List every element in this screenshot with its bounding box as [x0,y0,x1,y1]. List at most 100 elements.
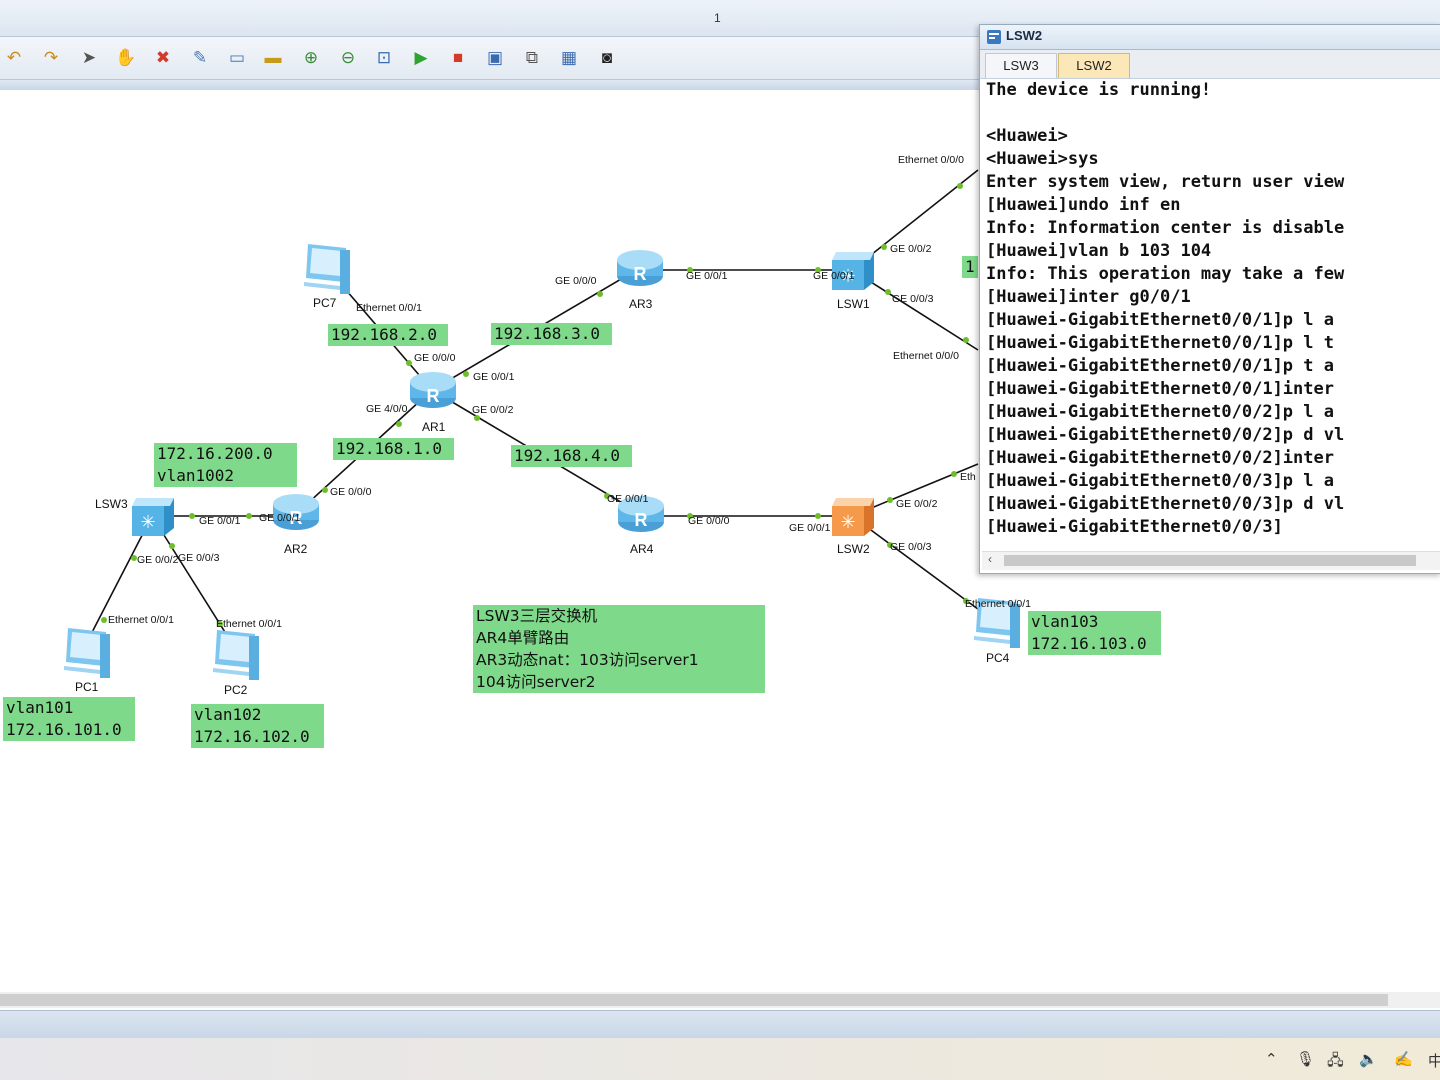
text-note-icon[interactable]: ▭ [225,45,249,69]
network-icon[interactable]: 🖧 [1327,1050,1344,1075]
port-dot [887,497,893,503]
port-dot [246,513,252,519]
terminal-line: [Huawei-GigabitEthernet0/0/2]inter [986,448,1334,468]
port-dot [957,183,963,189]
device-label-ar2: AR2 [284,542,308,556]
page-indicator: 1 [714,11,721,25]
terminal-line: [Huawei-GigabitEthernet0/0/1]p l t [986,333,1334,353]
port-label: GE 0/0/2 [137,554,179,566]
svg-text:✳: ✳ [140,512,155,533]
port-label: GE 0/0/3 [178,552,220,564]
port-label: GE 0/0/0 [555,275,597,287]
capture-icon[interactable]: ▣ [483,45,507,69]
terminal-output[interactable]: The device is running! <Huawei> <Huawei>… [986,79,1440,551]
network-note[interactable]: 1 [962,256,978,278]
svg-text:R: R [634,264,647,284]
device-label-pc7: PC7 [313,296,337,310]
svg-text:✳: ✳ [840,512,855,533]
port-label: GE 0/0/0 [414,352,456,364]
port-label: Ethernet 0/0/1 [108,614,174,626]
scroll-left-icon[interactable]: ‹ [988,552,992,566]
grid-icon[interactable]: ▦ [557,45,581,69]
router-icon[interactable]: R [272,486,320,534]
chevron-up-icon[interactable]: ⌃ [1265,1050,1278,1068]
network-note[interactable]: 192.168.1.0 [333,438,454,460]
terminal-line: [Huawei]undo inf en [986,195,1181,215]
pc-icon[interactable] [209,628,261,682]
network-note[interactable]: 192.168.2.0 [328,324,448,346]
screenshot-icon[interactable]: ◙ [595,45,619,69]
rectangle-icon[interactable]: ▬ [261,45,285,69]
tab-lsw3[interactable]: LSW3 [985,53,1057,78]
port-dot [169,543,175,549]
undo-icon[interactable]: ↶ [2,45,26,69]
fit-icon[interactable]: ⊡ [372,45,396,69]
terminal-line: [Huawei-GigabitEthernet0/0/2]p l a [986,402,1334,422]
svg-text:R: R [427,386,440,406]
zoom-out-icon[interactable]: ⊖ [336,45,360,69]
terminal-line: <Huawei>sys [986,149,1099,169]
scrollbar-thumb[interactable] [1004,555,1416,566]
terminal-icon [987,30,1001,44]
terminal-line: [Huawei]vlan b 103 104 [986,241,1212,261]
network-note[interactable]: 172.16.200.0 vlan1002 [154,443,297,487]
switch-icon[interactable]: ✳ [130,494,176,538]
terminal-line: The device is running! [986,80,1212,100]
terminal-line: [Huawei-GigabitEthernet0/0/2]p d vl [986,425,1345,445]
delete-link-icon[interactable]: ✎ [188,45,212,69]
network-note[interactable]: vlan103 172.16.103.0 [1028,611,1161,655]
cli-window-title: LSW2 [1006,28,1043,43]
network-note[interactable]: vlan102 172.16.102.0 [191,704,324,748]
device-label-ar1: AR1 [422,420,446,434]
network-note[interactable]: 192.168.4.0 [511,445,632,467]
pc-icon[interactable] [300,242,352,296]
microphone-icon[interactable]: 🎙 [1296,1050,1315,1068]
svg-text:R: R [635,510,648,530]
status-bar [0,1010,1440,1039]
port-label: GE 0/0/1 [607,493,649,505]
port-label: GE 0/0/2 [472,404,514,416]
terminal-line: [Huawei-GigabitEthernet0/0/1]p l a [986,310,1334,330]
switch-icon[interactable]: ✳ [830,494,876,538]
port-dot [189,513,195,519]
port-label: GE 0/0/1 [473,371,515,383]
delete-icon[interactable]: ✖ [151,45,175,69]
network-note[interactable]: 192.168.3.0 [491,323,612,345]
device-label-pc4: PC4 [986,651,1010,665]
pc-icon[interactable] [60,626,112,680]
port-dot [463,371,469,377]
start-icon[interactable]: ▶ [409,45,433,69]
description-note[interactable]: LSW3三层交换机 AR4单臂路由 AR3动态nat：103访问server1 … [473,605,765,693]
router-icon[interactable]: R [616,242,664,290]
port-label: GE 4/0/0 [366,403,408,415]
port-label: Ethernet 0/0/0 [898,154,964,166]
terminal-line: <Huawei> [986,126,1068,146]
network-note[interactable]: vlan101 172.16.101.0 [3,697,135,741]
canvas-horizontal-scrollbar[interactable] [0,992,1440,1008]
ime-indicator[interactable]: 中 [1428,1050,1440,1071]
hand-icon[interactable]: ✋ [114,45,138,69]
port-label: Ethernet 0/0/1 [965,598,1031,610]
cli-window[interactable]: LSW2 LSW3 LSW2 The device is running! <H… [979,24,1440,574]
port-label: GE 0/0/1 [259,512,301,524]
device-label-lsw2: LSW2 [837,542,870,556]
cli-window-titlebar[interactable]: LSW2 [980,25,1440,50]
cli-horizontal-scrollbar[interactable]: ‹ [982,551,1440,570]
port-label: GE 0/0/1 [199,515,241,527]
device-label-lsw3: LSW3 [95,497,128,511]
device-label-ar3: AR3 [629,297,653,311]
pen-icon[interactable]: ✍ [1394,1050,1413,1068]
cli-tabs: LSW3 LSW2 [980,50,1440,79]
select-icon[interactable]: ➤ [77,45,101,69]
terminal-line: Enter system view, return user view [986,172,1345,192]
volume-icon[interactable]: 🔈 [1359,1050,1378,1068]
tab-lsw2[interactable]: LSW2 [1058,53,1130,78]
router-icon[interactable]: R [409,364,457,412]
scrollbar-thumb[interactable] [0,994,1388,1006]
redo-icon[interactable]: ↷ [39,45,63,69]
zoom-in-icon[interactable]: ⊕ [299,45,323,69]
terminal-line: Info: Information center is disable [986,218,1345,238]
stop-icon[interactable]: ■ [446,45,470,69]
topology-icon[interactable]: ⧉ [520,45,544,69]
